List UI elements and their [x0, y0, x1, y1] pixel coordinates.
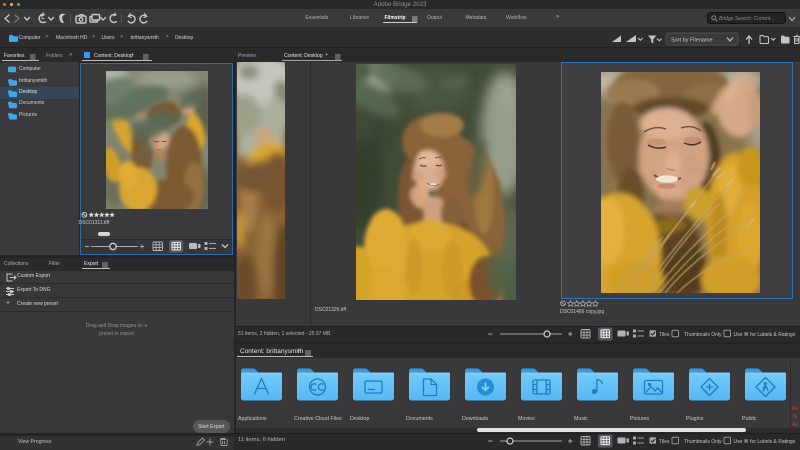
svg-text:Use ⌘ for Labels & Ratings: Use ⌘ for Labels & Ratings	[734, 332, 796, 338]
svg-text:Thumbnails Only: Thumbnails Only	[684, 439, 722, 445]
svg-text:Thumbnails Only: Thumbnails Only	[684, 332, 722, 338]
svg-text:Use ⌘ for Labels & Ratings: Use ⌘ for Labels & Ratings	[734, 439, 796, 445]
svg-text:Tiles: Tiles	[659, 332, 670, 338]
svg-text:Tiles: Tiles	[659, 439, 670, 445]
svg-text:Sort by Filename: Sort by Filename	[671, 37, 713, 43]
